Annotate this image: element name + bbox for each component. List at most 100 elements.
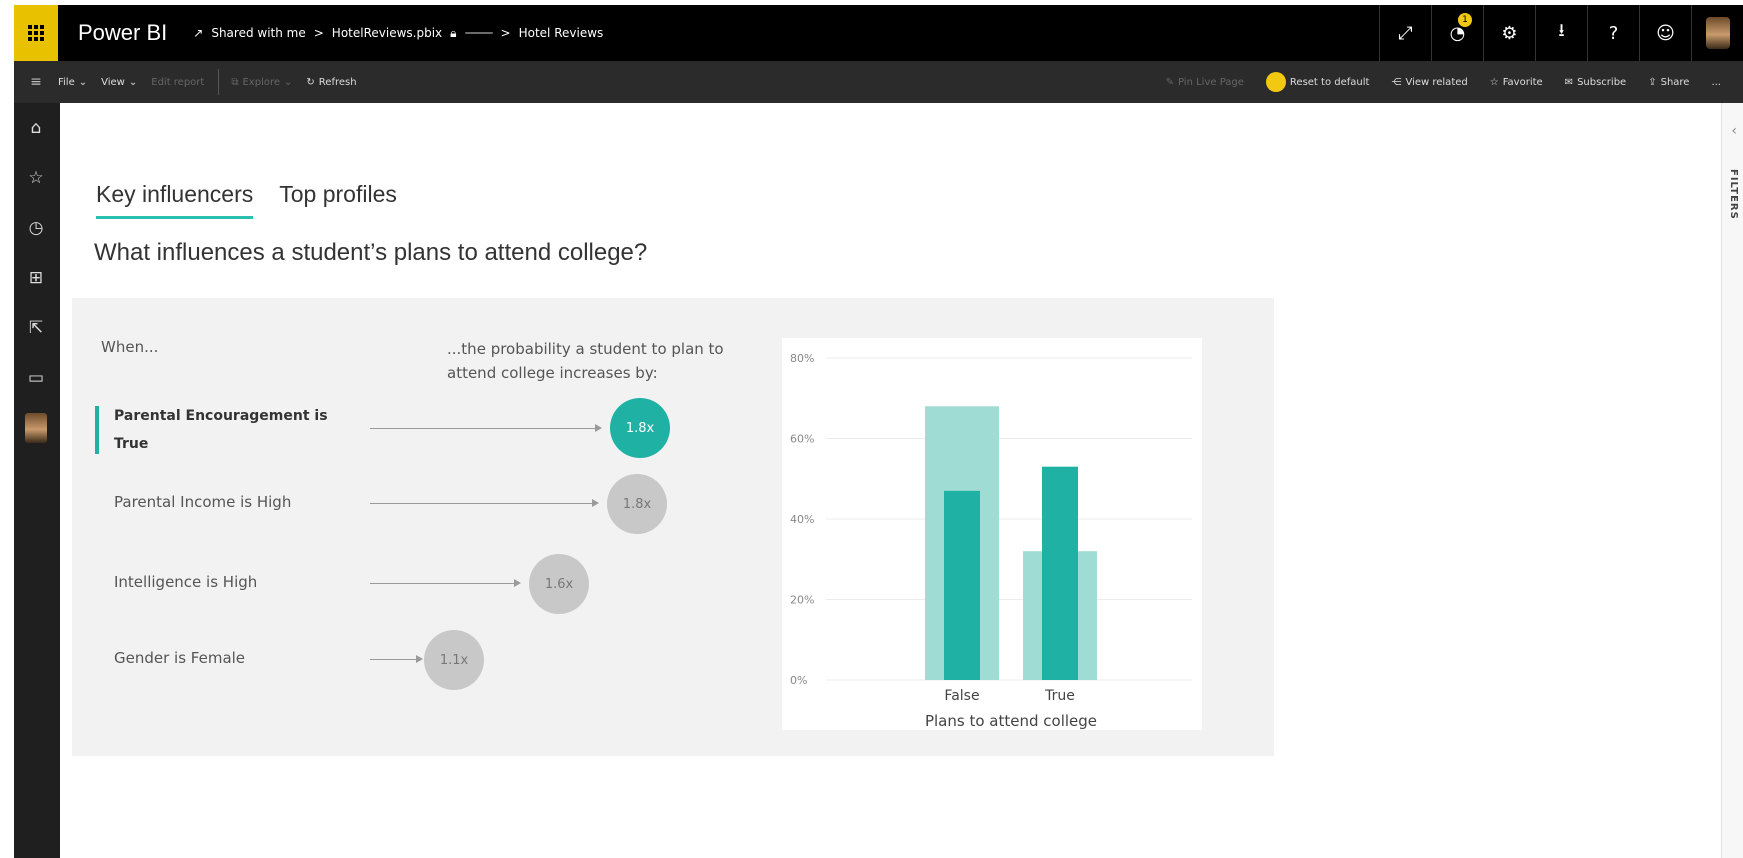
app-launcher-button[interactable] [14,5,58,61]
brand-title[interactable]: Power BI [78,20,167,46]
command-bar-right: ✎ Pin Live Page Reset to default ⋲ View re… [1166,72,1743,92]
view-related-button[interactable]: ⋲ View related [1391,77,1467,88]
nav-favorites[interactable]: ☆ [14,153,58,203]
favorite-button[interactable]: ☆ Favorite [1490,77,1543,88]
influencer-label: Parental Income is High [114,493,292,511]
y-tick-label: 0% [790,674,807,687]
view-related-label: View related [1405,76,1468,88]
explore-menu[interactable]: ⧉ Explore ⌄ [231,77,292,88]
share-icon: ↗ [193,26,204,40]
clock-icon: ◷ [28,218,44,238]
left-nav: ⌂ ☆ ◷ ⊞ ⇱ ▭ [14,103,58,858]
breadcrumb-file[interactable]: HotelReviews.pbix [332,26,442,40]
arrow-icon [592,499,599,507]
x-tick-label: True [1044,688,1075,704]
influence-bubble[interactable]: 1.6x [529,554,589,614]
filters-label: FILTERS [1728,169,1739,220]
account-button[interactable] [1691,5,1743,61]
y-tick-label: 40% [790,513,814,526]
when-label: When... [101,338,159,356]
power-bi-window: Power BI ↗ Shared with me > HotelReviews… [14,5,1743,858]
reset-label: Reset to default [1289,76,1370,88]
expand-button[interactable]: ⤢ [1379,5,1431,61]
filters-pane-toggle[interactable]: ‹ FILTERS [1721,103,1743,858]
view-menu-label: View [101,76,125,88]
chevron-down-icon: ⌄ [128,76,138,88]
influencer-label: Parental Encouragement is True [114,408,328,452]
explore-icon: ⧉ [231,76,239,88]
distribution-chart: 0% 20% 40% 60% 80% False True Plans to attend c… [782,338,1202,730]
related-icon: ⋲ [1391,76,1402,88]
help-button[interactable]: ? [1587,5,1639,61]
refresh-button[interactable]: ↻ Refresh [306,77,356,88]
y-tick-label: 60% [790,433,814,446]
nav-home[interactable]: ⌂ [14,103,58,153]
toolbar-divider [218,69,220,95]
nav-workspaces[interactable]: ▭ [14,353,58,403]
influencer-connector [370,428,595,429]
pin-live-page-label: Pin Live Page [1178,76,1244,88]
refresh-label: Refresh [318,76,357,88]
command-bar: ≡ File ⌄ View ⌄ Edit report ⧉ Explore ⌄ ↻ Ref… [14,61,1743,103]
pin-icon: ✎ [1165,76,1174,88]
influence-bubble[interactable]: 1.1x [424,630,484,690]
apps-icon: ⊞ [28,268,44,288]
share-icon: ⇪ [1648,76,1657,88]
avatar [1705,17,1730,49]
edit-report-button[interactable]: Edit report [151,77,204,88]
notification-badge: 1 [1458,13,1472,27]
x-axis-label: Plans to attend college [925,712,1097,730]
breadcrumb-page[interactable]: Hotel Reviews [519,26,604,40]
influencer-row[interactable]: Parental Encouragement is True 1.8x [72,398,772,458]
bar-series-2 [944,490,980,680]
breadcrumb-separator: > [500,26,511,40]
x-tick-label: False [944,688,979,704]
subscribe-button[interactable]: ✉ Subscribe [1565,77,1627,88]
y-tick-label: 20% [790,594,814,607]
file-menu[interactable]: File ⌄ [58,77,87,88]
lock-icon: 🔒︎ [450,25,457,40]
feedback-button[interactable]: ☺ [1639,5,1691,61]
influence-bubble[interactable]: 1.8x [607,474,667,534]
chevron-down-icon: ⌄ [284,76,293,88]
nav-profile[interactable] [14,403,58,453]
tab-top-profiles[interactable]: Top profiles [279,181,397,219]
chevron-down-icon: ⌄ [78,76,88,88]
probability-label: ...the probability a student to plan to … [447,340,724,382]
share-button[interactable]: ⇪ Share [1648,77,1689,88]
influence-bubble[interactable]: 1.8x [610,398,670,458]
nav-recent[interactable]: ◷ [14,203,58,253]
influencer-row[interactable]: Gender is Female 1.1x [72,630,772,690]
refresh-icon: ↻ [306,76,315,88]
tab-key-influencers[interactable]: Key influencers [96,181,254,219]
nav-apps[interactable]: ⊞ [14,253,58,303]
pin-live-page-button[interactable]: ✎ Pin Live Page [1166,77,1244,88]
notifications-button[interactable]: ◔ 1 [1431,5,1483,61]
reset-to-default-button[interactable]: Reset to default [1265,72,1370,92]
influencer-row[interactable]: Intelligence is High 1.6x [72,554,772,614]
chevron-left-icon: ‹ [1731,123,1737,139]
more-icon: ... [1711,76,1721,88]
workspaces-icon: ▭ [27,368,45,388]
expand-icon: ⤢ [1398,22,1413,44]
download-button[interactable]: ⭳ [1535,5,1587,61]
settings-button[interactable]: ⚙ [1483,5,1535,61]
more-options-button[interactable]: ... [1711,77,1721,88]
reset-icon [1265,72,1286,92]
star-icon: ☆ [28,168,44,188]
y-tick-label: 80% [790,352,814,365]
download-icon: ⭳ [1558,20,1565,41]
influencer-connector [370,583,514,584]
sensitivity-pill[interactable] [464,32,493,34]
top-actions: ⤢ ◔ 1 ⚙ ⭳ ? ☺ [1379,5,1743,61]
influencer-row[interactable]: Parental Income is High 1.8x [72,474,772,534]
breadcrumb-shared[interactable]: Shared with me [211,26,305,40]
smiley-icon: ☺ [1656,22,1675,44]
view-menu[interactable]: View ⌄ [101,77,137,88]
nav-shared[interactable]: ⇱ [14,303,58,353]
hamburger-icon[interactable]: ≡ [14,74,58,90]
avatar [25,413,47,443]
favorite-label: Favorite [1502,76,1543,88]
chart-svg: 0% 20% 40% 60% 80% False True Plans to attend c… [790,352,1192,730]
star-icon: ☆ [1489,76,1499,88]
